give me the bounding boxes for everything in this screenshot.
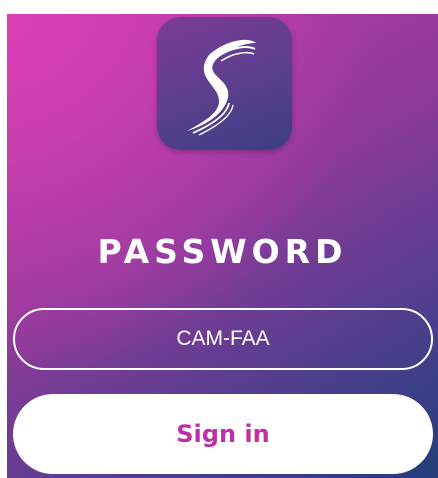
page-title: PASSWORD xyxy=(97,232,348,271)
app-logo xyxy=(157,17,292,150)
stylized-s-logo-icon xyxy=(187,39,256,136)
password-input[interactable] xyxy=(13,308,433,370)
login-screen: PASSWORD Sign in xyxy=(7,14,438,478)
sign-in-button[interactable]: Sign in xyxy=(13,394,433,474)
